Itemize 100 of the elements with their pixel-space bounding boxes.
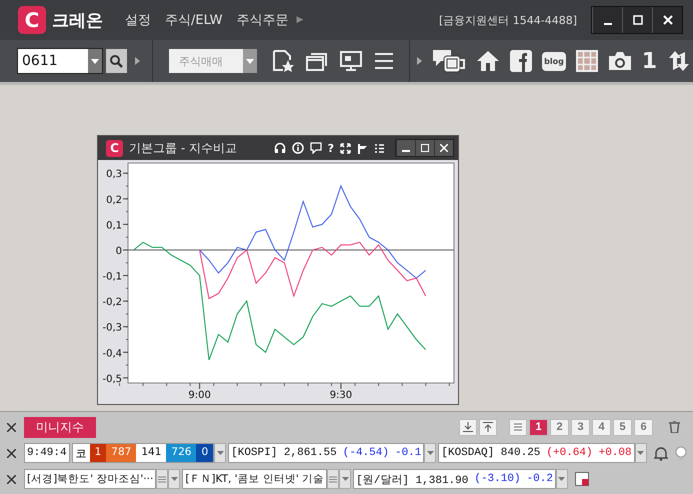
mini-index-tab[interactable]: 미니지수 [24, 416, 96, 438]
minimize-icon [604, 23, 612, 25]
home-icon[interactable] [476, 49, 500, 73]
layout-number-button[interactable]: 1 [642, 48, 657, 74]
list-icon [158, 476, 166, 482]
page-button[interactable]: 1 [529, 418, 548, 436]
upload-icon [483, 422, 493, 432]
time-field: 9:49:4 [24, 443, 70, 463]
bell-icon[interactable] [654, 446, 668, 460]
close-button[interactable] [652, 7, 682, 33]
close-icon[interactable] [7, 474, 16, 484]
maximize-button[interactable] [415, 140, 434, 156]
menu-item[interactable]: 주식주문 [236, 11, 288, 29]
caret-icon [558, 477, 566, 481]
search-icon [109, 54, 124, 68]
caret-icon [246, 58, 254, 64]
news-headline[interactable]: [서경]북한도' 장마조심'··· [24, 469, 156, 489]
y-tick-label: -0,1 [102, 272, 122, 283]
page-button[interactable]: 6 [634, 418, 653, 436]
dropdown-button[interactable] [424, 443, 436, 463]
expand-arrow-icon[interactable] [135, 57, 140, 65]
facebook-icon[interactable] [510, 50, 532, 72]
help-button[interactable]: ? [328, 142, 334, 154]
close-icon[interactable] [7, 422, 16, 432]
monitor-icon[interactable] [338, 49, 362, 73]
menu-icon[interactable] [372, 50, 394, 72]
download-icon [463, 422, 473, 432]
breadth-count: 1 [90, 444, 106, 462]
camera-icon[interactable] [608, 50, 632, 72]
upload-button[interactable] [479, 418, 497, 436]
dropdown-button[interactable] [339, 469, 352, 489]
breadth-count: 787 [106, 444, 136, 462]
minimize-button[interactable] [592, 7, 622, 33]
close-button[interactable] [434, 140, 453, 156]
y-tick-label: 0,1 [106, 220, 122, 232]
breadth-count: 0 [196, 444, 214, 462]
y-tick-label: -0,4 [102, 348, 122, 360]
caret-icon [90, 58, 99, 64]
dropdown-button[interactable] [556, 469, 568, 489]
caret-icon [426, 451, 434, 455]
window-logo: C [106, 140, 123, 156]
y-tick-label: -0,2 [102, 297, 122, 308]
expand-arrow-icon[interactable] [417, 57, 422, 65]
list-button[interactable] [327, 469, 340, 489]
chat-icon[interactable] [432, 48, 466, 74]
repeat-icon[interactable] [667, 50, 691, 72]
menu-item[interactable]: 설정 [125, 11, 151, 29]
layout-icon[interactable] [574, 472, 589, 486]
list-icon [513, 422, 523, 432]
market-label: 코 [74, 446, 88, 462]
y-tick-label: 0 [116, 246, 122, 257]
maximize-button[interactable] [622, 7, 652, 33]
maximize-icon [421, 144, 429, 152]
chat-icon[interactable] [310, 142, 322, 154]
minimize-icon [402, 150, 410, 152]
dropdown-button[interactable] [634, 443, 647, 463]
news-headline[interactable]: [ＦＮ]KT, '콤보 인터넷' 기술 [182, 469, 328, 489]
x-tick-label: 9:30 [330, 390, 352, 400]
grid-icon[interactable] [576, 50, 598, 72]
maximize-icon [632, 15, 642, 25]
caret-icon [170, 477, 178, 481]
index-ticker: [KOSPI] 2,861.55 (-4.54) -0.1 [228, 443, 424, 463]
flag-icon[interactable] [357, 142, 368, 154]
list-icon [329, 476, 338, 482]
support-center-text: [금융지원센터 1544-4488] [438, 12, 577, 28]
caret-icon [342, 477, 349, 481]
lightbulb-icon[interactable] [674, 446, 687, 460]
close-icon[interactable] [7, 448, 16, 458]
x-tick-label: 9:00 [188, 390, 211, 400]
minimize-button[interactable] [396, 140, 415, 156]
screen-code-field[interactable]: 0611 [17, 48, 103, 74]
y-tick-label: -0,3 [102, 322, 122, 334]
y-tick-label: 0,2 [106, 194, 122, 206]
page-button[interactable]: 5 [613, 418, 632, 436]
window-title: 기본그룹 - 지수비교 [129, 140, 237, 156]
favorite-document-icon[interactable] [270, 49, 294, 73]
close-icon [440, 144, 448, 152]
exchange-rate-ticker: [원/달러] 1,381.90 (-3.10) -0.2 [353, 469, 556, 489]
page-button[interactable]: 3 [571, 418, 590, 436]
app-logo: C [18, 6, 46, 34]
y-tick-label: 0,3 [106, 169, 122, 180]
blog-button[interactable]: blog [542, 52, 566, 70]
close-icon [662, 15, 672, 25]
search-button[interactable] [106, 49, 128, 73]
dropdown-button[interactable] [214, 443, 226, 463]
menu-item[interactable]: 주식/ELW [165, 11, 222, 29]
list-button[interactable] [509, 418, 527, 436]
app-name: 크레온 [52, 10, 103, 32]
expand-icon[interactable] [340, 142, 351, 154]
page-button[interactable]: 4 [592, 418, 611, 436]
trash-icon[interactable] [669, 421, 680, 433]
page-button[interactable]: 2 [550, 418, 569, 436]
index-ticker: [KOSDAQ] 840.25 (+0.64) +0.08 [438, 443, 635, 463]
download-button[interactable] [459, 418, 477, 436]
list-button[interactable] [156, 469, 168, 489]
dropdown-button[interactable] [168, 469, 180, 489]
breadth-count: 726 [166, 444, 196, 462]
headphones-icon[interactable] [274, 142, 286, 154]
list-icon[interactable] [374, 142, 385, 154]
info-icon[interactable] [292, 142, 304, 154]
